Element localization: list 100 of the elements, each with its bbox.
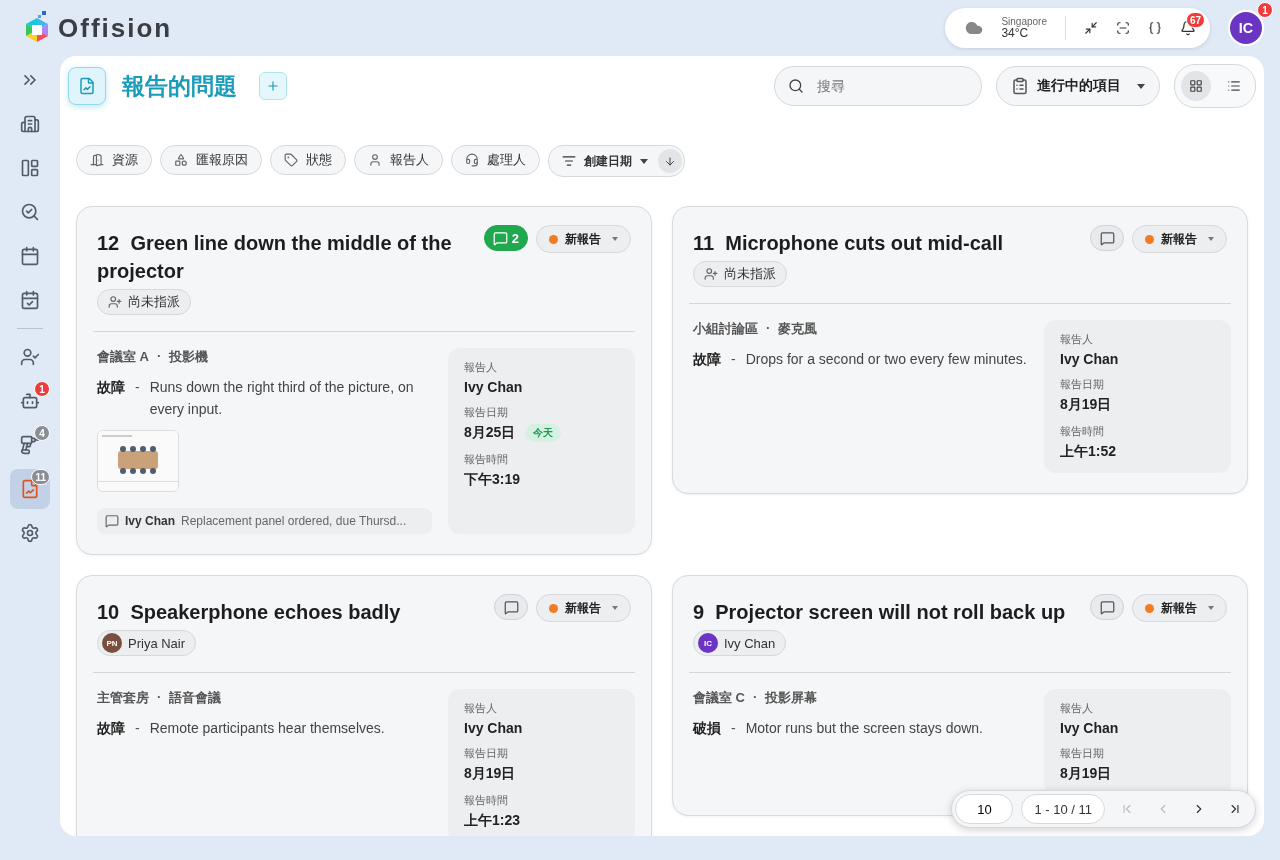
info-label: 報告人 [464,360,498,375]
grid-icon [1189,79,1203,93]
minimize-icon[interactable] [1084,21,1098,35]
tag-icon [284,153,298,167]
equipment: 投影機 [169,348,209,366]
info-label: 報告時間 [464,793,509,808]
assignee-avatar: IC [698,633,718,653]
issue-card[interactable]: 11 Microphone cuts out mid-call 新報告 尚未指派 小組討論區 · 麥克風 故障 - Drops for a second or two every few minutes. 報告人 Ivy Chan 報告日期 8月19日 報告時間 上午1:52 [672,206,1248,494]
separator-dot: · [157,689,162,706]
robot-icon [20,391,40,411]
shapes-icon [174,153,188,167]
location: 主管套房 [97,689,149,707]
assignee-avatar: PN [102,633,122,653]
issue-description: Remote participants hear themselves. [149,719,386,738]
chart-file-icon [78,77,96,95]
filter-chip[interactable]: 處理人 [451,145,540,175]
filter-chip[interactable]: 狀態 [270,145,346,175]
issue-category: 故障 [97,378,125,397]
comments-button[interactable] [1090,225,1124,251]
avatar-badge: 1 [1257,2,1273,18]
scope-dropdown[interactable]: 進行中的項目 [996,66,1160,106]
plus-icon [266,79,280,93]
search-field[interactable]: 搜尋 [774,66,982,106]
equipment: 投影屏幕 [765,689,818,707]
add-user-icon [108,295,122,309]
status-dropdown[interactable]: 新報告 [536,225,631,253]
equipment: 麥克風 [778,320,818,338]
search-check-icon [20,202,40,222]
issue-card[interactable]: 10 Speakerphone echoes badly 新報告 PN Priya Nair 主管套房 · 語音會議 故障 - Remote participants hear themselves. 報告人 Ivy Chan 報告日期 8月19日 報告時間 上午1:23 [76,575,652,836]
issue-category: 破損 [693,719,721,738]
status-dropdown[interactable]: 新報告 [1132,225,1227,253]
sidebar-badge: 4 [34,425,50,441]
calendar-icon [20,246,40,266]
issue-category: 故障 [693,350,721,369]
issue-title: 11 Microphone cuts out mid-call [693,231,1005,256]
info-label: 報告時間 [464,452,509,467]
info-value: 下午3:19 [464,471,521,489]
latest-comment[interactable]: Ivy Chan Replacement panel ordered, due Thursd... [97,508,432,534]
info-value: 上午1:23 [464,812,521,830]
location: 會議室 C [693,689,745,707]
issue-title: 9 Projector screen will not roll back up [693,600,1067,625]
assignee-chip[interactable]: 尚未指派 [693,261,787,287]
info-value: Ivy Chan [1060,351,1119,367]
info-label: 報告人 [464,701,498,716]
today-badge: 今天 [525,424,562,442]
info-value: 上午1:52 [1060,443,1117,461]
door-icon [90,153,104,167]
info-value: 8月25日 [464,424,516,442]
comment-text: Replacement panel ordered, due Thursd... [181,514,407,528]
filter-chip[interactable]: 報告人 [354,145,443,175]
info-value: 8月19日 [1060,765,1112,783]
layout-icon [20,158,40,178]
scan-icon[interactable] [1116,21,1130,35]
headset-icon [465,153,479,167]
user-avatar[interactable]: IC [1228,10,1264,46]
filter-chip[interactable]: 資源 [76,145,152,175]
comments-button[interactable] [1090,594,1124,620]
page-size-field[interactable]: 10 [955,794,1014,824]
issue-title: 10 Speakerphone echoes badly [97,600,402,625]
search-icon [788,78,804,94]
assignee-chip[interactable]: IC Ivy Chan [693,630,787,656]
equipment: 語音會議 [169,689,222,707]
page-range: 1 - 10 / 11 [1021,794,1105,824]
comment-icon [105,514,119,528]
settings-icon [20,523,40,543]
location: 小組討論區 [693,320,758,338]
brand-name: Offision [58,12,173,44]
sidebar-badge: 1 [34,381,50,397]
sort-button[interactable]: 創建日期 [562,152,648,170]
comments-button[interactable] [494,594,528,620]
status-dropdown[interactable]: 新報告 [536,594,631,622]
sort-direction-button[interactable] [658,149,682,173]
last-page-icon [1228,802,1242,816]
sidebar-item[interactable]: 1 [10,381,50,421]
info-value: Ivy Chan [1060,720,1119,736]
sort-icon [562,154,576,168]
location: 會議室 A [97,348,149,366]
grid-view-button[interactable] [1181,71,1211,101]
city-name: Singapore [1001,15,1047,27]
assignee-chip[interactable]: 尚未指派 [97,289,191,315]
temperature: 34°C [1001,26,1029,41]
separator-dot: · [766,320,771,337]
braces-icon[interactable] [1148,21,1162,35]
info-label: 報告人 [1060,701,1094,716]
issue-card[interactable] [76,206,652,555]
comment-icon [503,599,519,615]
user-icon [368,153,382,167]
info-label: 報告日期 [1060,377,1105,392]
assignee-chip[interactable]: PN Priya Nair [97,630,197,656]
info-label: 報告人 [1060,332,1094,347]
filter-chip[interactable]: 匯報原因 [160,145,262,175]
info-label: 報告日期 [464,746,509,761]
info-value: Ivy Chan [464,720,523,736]
status-dropdown[interactable]: 新報告 [1132,594,1227,622]
cloud-icon [965,19,984,37]
sidebar-badge: 11 [31,469,50,485]
issue-title: 12 Green line down the middle of the projector [97,231,453,284]
comment-author: Ivy Chan [125,514,175,528]
separator-dot: · [157,348,162,365]
dash: - [135,719,140,738]
